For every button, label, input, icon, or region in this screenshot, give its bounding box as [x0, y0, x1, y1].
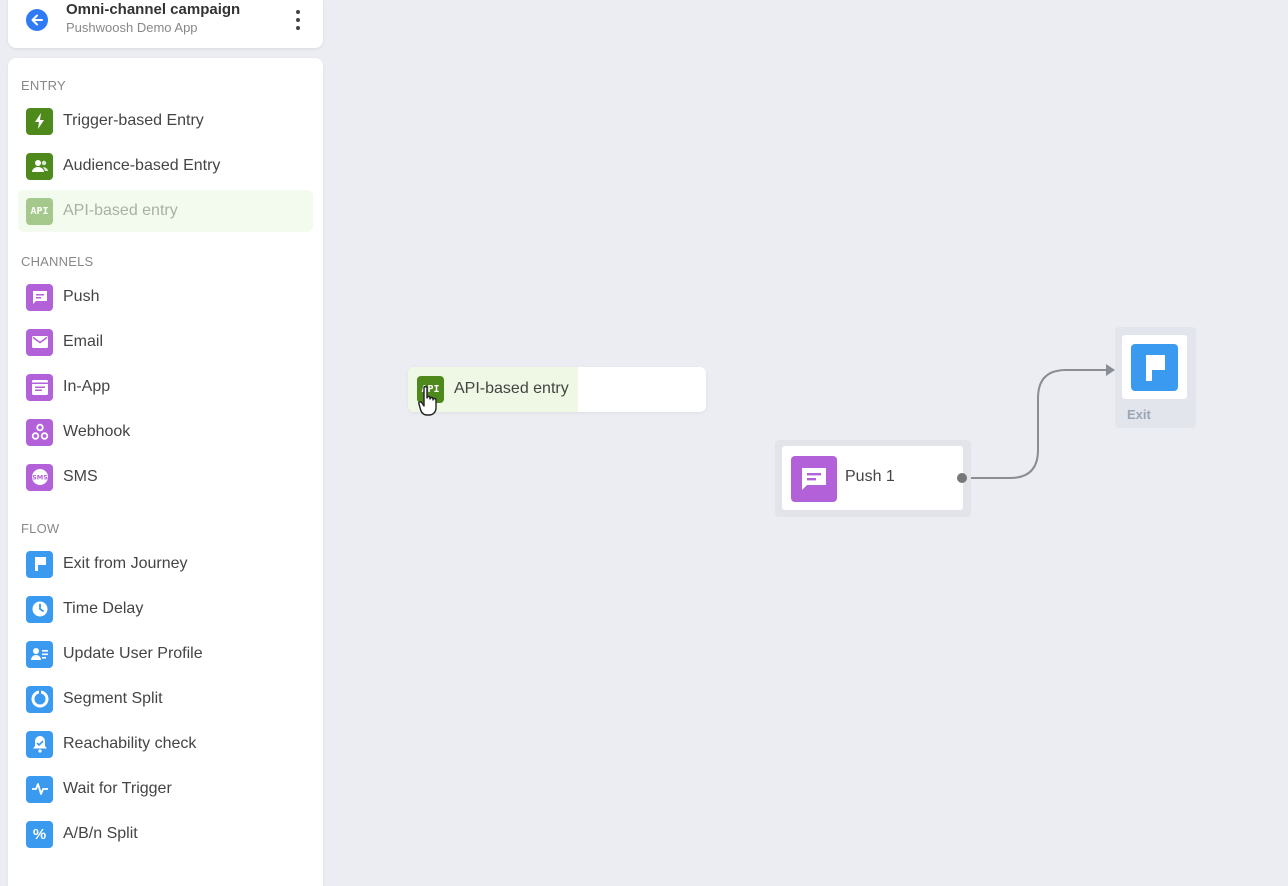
sidebar-item-label: Push	[63, 288, 100, 305]
sidebar-item-label: Exit from Journey	[63, 555, 188, 572]
sidebar-item-in-app[interactable]: In-App	[18, 366, 313, 408]
exit-node-label: Exit	[1127, 407, 1151, 422]
node-label: API-based entry	[454, 380, 569, 397]
bell-check-icon	[26, 730, 53, 758]
flag-icon	[26, 550, 53, 578]
section-channels-label: CHANNELS	[21, 254, 94, 269]
api-icon: API	[26, 197, 53, 225]
sidebar-item-label: Segment Split	[63, 690, 163, 707]
sidebar-item-sms[interactable]: SMS SMS	[18, 456, 313, 498]
user-profile-icon	[26, 640, 53, 668]
sidebar-item-label: Time Delay	[63, 600, 144, 617]
output-port[interactable]	[957, 473, 967, 483]
sidebar-item-email[interactable]: Email	[18, 321, 313, 363]
sidebar-item-exit-from-journey[interactable]: Exit from Journey	[18, 543, 313, 585]
sidebar-item-label: Update User Profile	[63, 645, 203, 662]
flag-icon	[1131, 344, 1178, 391]
campaign-title: Omni-channel campaign	[66, 1, 241, 18]
sidebar-item-audience-based-entry[interactable]: Audience-based Entry	[18, 145, 313, 187]
users-icon	[26, 152, 53, 180]
sidebar-item-webhook[interactable]: Webhook	[18, 411, 313, 453]
dragging-api-based-entry-node[interactable]: API API-based entry	[408, 367, 706, 412]
sidebar-item-label: API-based entry	[63, 202, 178, 219]
sidebar-item-wait-for-trigger[interactable]: Wait for Trigger	[18, 768, 313, 810]
sidebar-item-label: Trigger-based Entry	[63, 112, 204, 129]
percent-icon: %	[26, 820, 53, 848]
sidebar-item-reachability-check[interactable]: Reachability check	[18, 723, 313, 765]
push-message-icon	[791, 456, 837, 502]
sidebar-item-label: Webhook	[63, 423, 131, 440]
sidebar-item-api-based-entry[interactable]: API API-based entry	[18, 190, 313, 232]
envelope-icon	[26, 328, 53, 356]
exit-node[interactable]	[1122, 335, 1187, 399]
sidebar-item-trigger-based-entry[interactable]: Trigger-based Entry	[18, 100, 313, 142]
sidebar-item-label: A/B/n Split	[63, 825, 138, 842]
pulse-icon	[26, 775, 53, 803]
more-options-icon[interactable]	[295, 10, 301, 30]
clock-icon	[26, 595, 53, 623]
back-arrow-icon[interactable]	[26, 9, 48, 31]
section-entry-label: ENTRY	[21, 78, 66, 93]
lightning-icon	[26, 107, 53, 135]
hand-cursor-icon	[418, 385, 437, 416]
push-node-container: Push 1	[775, 440, 971, 517]
sms-icon: SMS	[26, 463, 53, 491]
exit-node-container: Exit	[1115, 327, 1196, 428]
pie-split-icon	[26, 685, 53, 713]
sidebar-item-label: Reachability check	[63, 735, 197, 752]
node-label: Push 1	[845, 468, 895, 485]
app-name: Pushwoosh Demo App	[66, 20, 198, 35]
sidebar-item-ab-split[interactable]: % A/B/n Split	[18, 813, 313, 855]
sidebar-item-label: Email	[63, 333, 104, 350]
elements-sidebar: ENTRY Trigger-based Entry Audience-based…	[8, 58, 323, 886]
webhook-icon	[26, 418, 53, 446]
push-message-icon	[26, 283, 53, 311]
svg-text:SMS: SMS	[32, 474, 48, 482]
in-app-icon	[26, 373, 53, 401]
sidebar-item-label: SMS	[63, 468, 98, 485]
sidebar-item-push[interactable]: Push	[18, 276, 313, 318]
section-flow-label: FLOW	[21, 521, 60, 536]
sidebar-item-label: In-App	[63, 378, 111, 395]
sidebar-item-segment-split[interactable]: Segment Split	[18, 678, 313, 720]
campaign-header: Omni-channel campaign Pushwoosh Demo App	[8, 0, 323, 48]
sidebar-item-update-user-profile[interactable]: Update User Profile	[18, 633, 313, 675]
sidebar-item-time-delay[interactable]: Time Delay	[18, 588, 313, 630]
sidebar-item-label: Audience-based Entry	[63, 157, 221, 174]
push-node[interactable]: Push 1	[782, 446, 963, 510]
sidebar-item-label: Wait for Trigger	[63, 780, 172, 797]
